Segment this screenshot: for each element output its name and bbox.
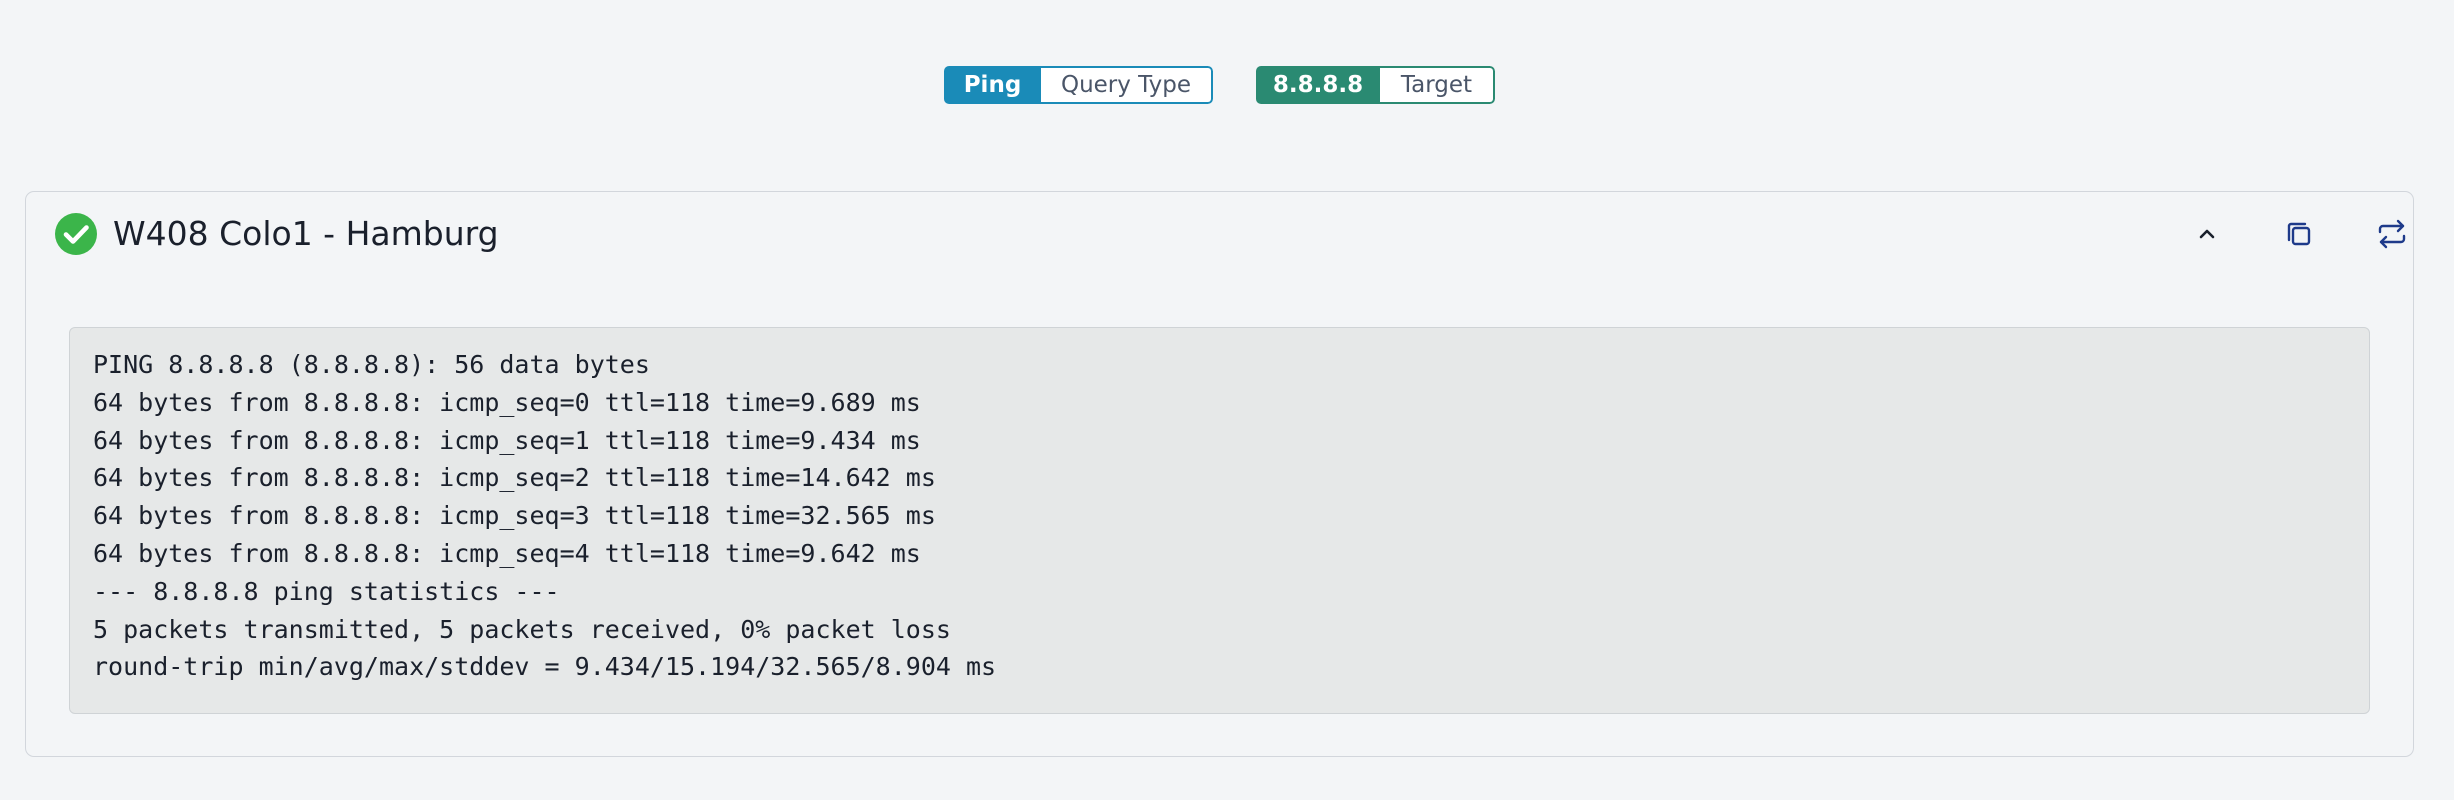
target-value: 8.8.8.8 [1256, 66, 1380, 104]
query-type-tag: Ping Query Type [944, 66, 1213, 104]
query-type-value: Ping [944, 66, 1041, 104]
output-line: 64 bytes from 8.8.8.8: icmp_seq=3 ttl=11… [93, 501, 936, 531]
copy-icon [2287, 222, 2311, 246]
query-tags: Ping Query Type 8.8.8.8 Target [0, 66, 2454, 104]
query-type-label: Query Type [1041, 66, 1213, 104]
collapse-button[interactable] [2185, 212, 2229, 256]
check-circle-icon [55, 213, 97, 255]
copy-button[interactable] [2277, 212, 2321, 256]
output-line: 64 bytes from 8.8.8.8: icmp_seq=1 ttl=11… [93, 425, 921, 455]
output-line: 5 packets transmitted, 5 packets receive… [93, 614, 951, 644]
refresh-button[interactable] [2370, 212, 2414, 256]
output-line: PING 8.8.8.8 (8.8.8.8): 56 data bytes [93, 350, 650, 379]
output-line: 64 bytes from 8.8.8.8: icmp_seq=0 ttl=11… [93, 387, 921, 417]
result-header[interactable]: W408 Colo1 - Hamburg [26, 192, 2413, 272]
output-line: round-trip min/avg/max/stddev = 9.434/15… [93, 652, 997, 682]
refresh-icon [2378, 219, 2406, 249]
output-line: 64 bytes from 8.8.8.8: icmp_seq=4 ttl=11… [93, 538, 921, 568]
output-line: 64 bytes from 8.8.8.8: icmp_seq=2 ttl=11… [93, 463, 936, 493]
chevron-up-icon [2199, 229, 2215, 239]
target-label: Target [1380, 66, 1495, 104]
command-output[interactable]: PING 8.8.8.8 (8.8.8.8): 56 data bytes 64… [69, 327, 2370, 714]
target-tag: 8.8.8.8 Target [1256, 66, 1495, 104]
location-title: W408 Colo1 - Hamburg [113, 214, 499, 253]
output-line: --- 8.8.8.8 ping statistics --- [93, 576, 560, 606]
result-card: W408 Colo1 - Hamburg PING 8.8.8.8 (8.8.8… [25, 191, 2414, 757]
